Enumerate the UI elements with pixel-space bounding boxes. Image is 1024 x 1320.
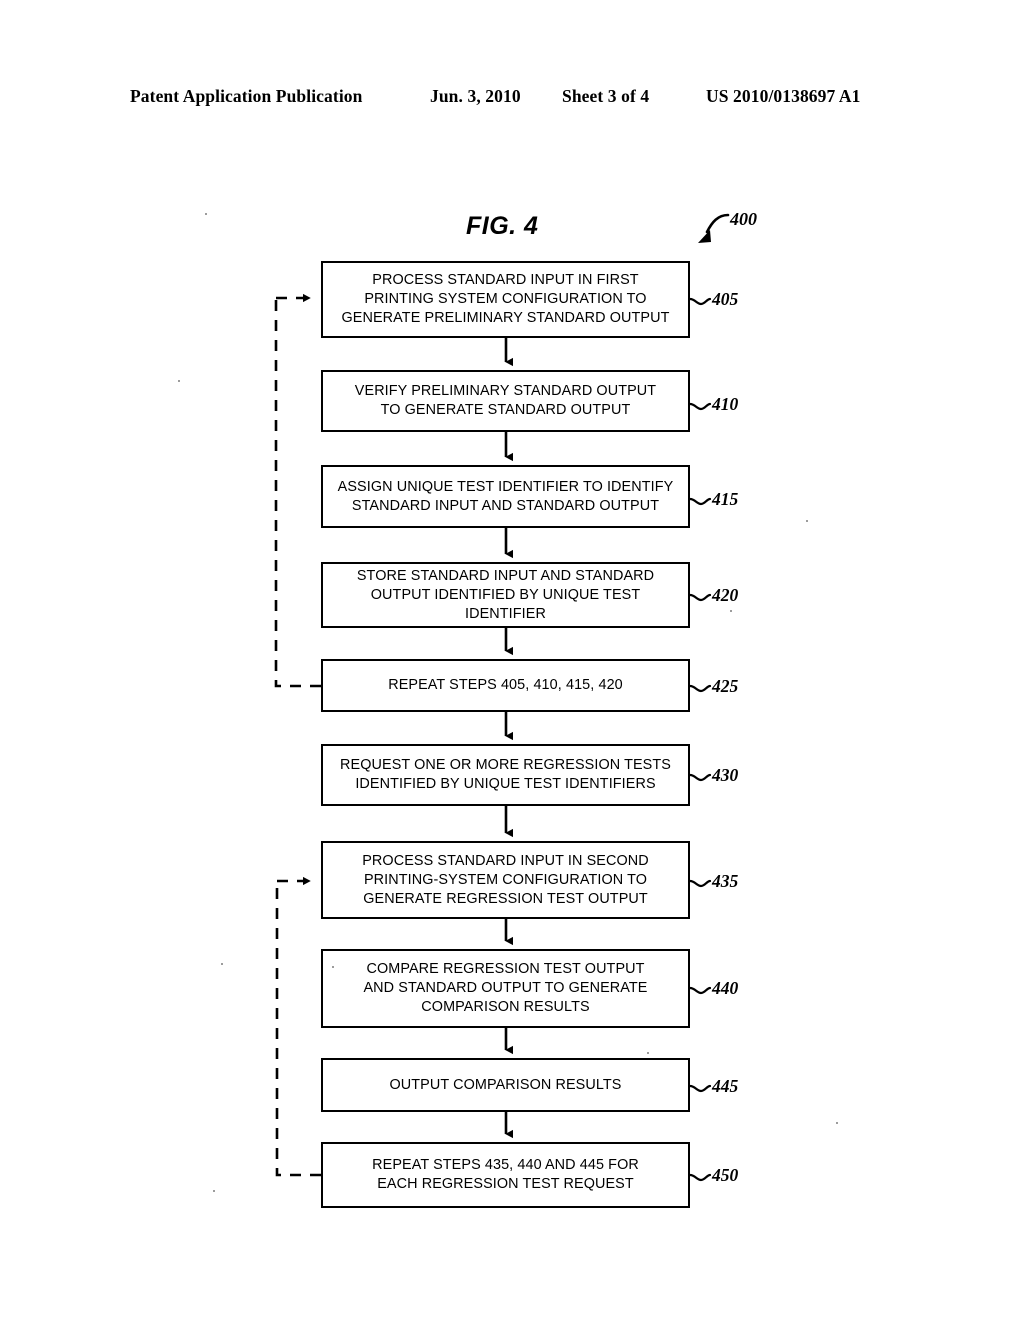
figure-400-leader-arrow xyxy=(698,213,730,243)
process-box-440-label: COMPARE REGRESSION TEST OUTPUT AND STAND… xyxy=(363,961,648,1015)
process-box-435-label: PROCESS STANDARD INPUT IN SECOND PRINTIN… xyxy=(362,852,649,907)
reference-number-445: 445 xyxy=(712,1076,739,1096)
reference-number-420: 420 xyxy=(712,585,739,605)
process-box-410[interactable]: VERIFY PRELIMINARY STANDARD OUTPUT TO GE… xyxy=(321,370,690,432)
process-box-415-label: ASSIGN UNIQUE TEST IDENTIFIER TO IDENTIF… xyxy=(337,478,674,514)
reference-number-430: 430 xyxy=(712,765,739,785)
figure-title: FIG. 4 xyxy=(466,212,539,240)
process-box-450[interactable]: REPEAT STEPS 435, 440 AND 445 FOR EACH R… xyxy=(321,1142,690,1208)
feedback-loop-425-to-405 xyxy=(274,293,321,688)
process-box-405-label: PROCESS STANDARD INPUT IN FIRST PRINTING… xyxy=(341,272,670,326)
reference-number-425: 425 xyxy=(712,676,739,696)
process-box-430-label: REQUEST ONE OR MORE REGRESSION TESTS IDE… xyxy=(340,757,671,792)
scan-speck xyxy=(806,520,808,522)
process-box-445[interactable]: OUTPUT COMPARISON RESULTS xyxy=(321,1058,690,1112)
figure-4-flowchart: FIG. 4 400 PROCESS STANDARD INPUT IN FIR… xyxy=(0,0,1024,1320)
process-box-425-label: REPEAT STEPS 405, 410, 415, 420 xyxy=(388,677,623,693)
scan-speck xyxy=(221,963,223,965)
reference-number-440: 440 xyxy=(712,978,739,998)
process-box-450-label: REPEAT STEPS 435, 440 AND 445 FOR EACH R… xyxy=(372,1157,639,1192)
reference-number-410: 410 xyxy=(712,394,739,414)
process-box-440[interactable]: COMPARE REGRESSION TEST OUTPUT AND STAND… xyxy=(321,949,690,1028)
reference-number-405: 405 xyxy=(712,289,739,309)
process-box-405[interactable]: PROCESS STANDARD INPUT IN FIRST PRINTING… xyxy=(321,261,690,338)
process-box-435[interactable]: PROCESS STANDARD INPUT IN SECOND PRINTIN… xyxy=(321,841,690,919)
feedback-loop-450-to-435 xyxy=(275,876,321,1177)
reference-number-450: 450 xyxy=(712,1165,739,1185)
scan-speck xyxy=(332,966,334,968)
process-box-425[interactable]: REPEAT STEPS 405, 410, 415, 420 xyxy=(321,659,690,712)
process-box-445-label: OUTPUT COMPARISON RESULTS xyxy=(389,1076,622,1093)
reference-number-435: 435 xyxy=(712,871,739,891)
scan-speck xyxy=(213,1190,215,1192)
scan-speck xyxy=(205,213,207,215)
reference-number-415: 415 xyxy=(712,489,739,509)
process-box-410-label: VERIFY PRELIMINARY STANDARD OUTPUT TO GE… xyxy=(354,383,657,418)
process-box-420-label: STORE STANDARD INPUT AND STANDARD OUTPUT… xyxy=(356,567,655,622)
scan-speck xyxy=(178,380,180,382)
process-box-430[interactable]: REQUEST ONE OR MORE REGRESSION TESTS IDE… xyxy=(321,744,690,806)
scan-speck xyxy=(647,1052,649,1054)
scan-speck xyxy=(730,610,732,612)
process-box-420[interactable]: STORE STANDARD INPUT AND STANDARD OUTPUT… xyxy=(321,562,690,628)
scan-speck xyxy=(836,1122,838,1124)
figure-reference-number: 400 xyxy=(730,209,757,229)
reference-leader-lines xyxy=(688,297,712,1182)
process-box-415[interactable]: ASSIGN UNIQUE TEST IDENTIFIER TO IDENTIF… xyxy=(321,465,690,528)
